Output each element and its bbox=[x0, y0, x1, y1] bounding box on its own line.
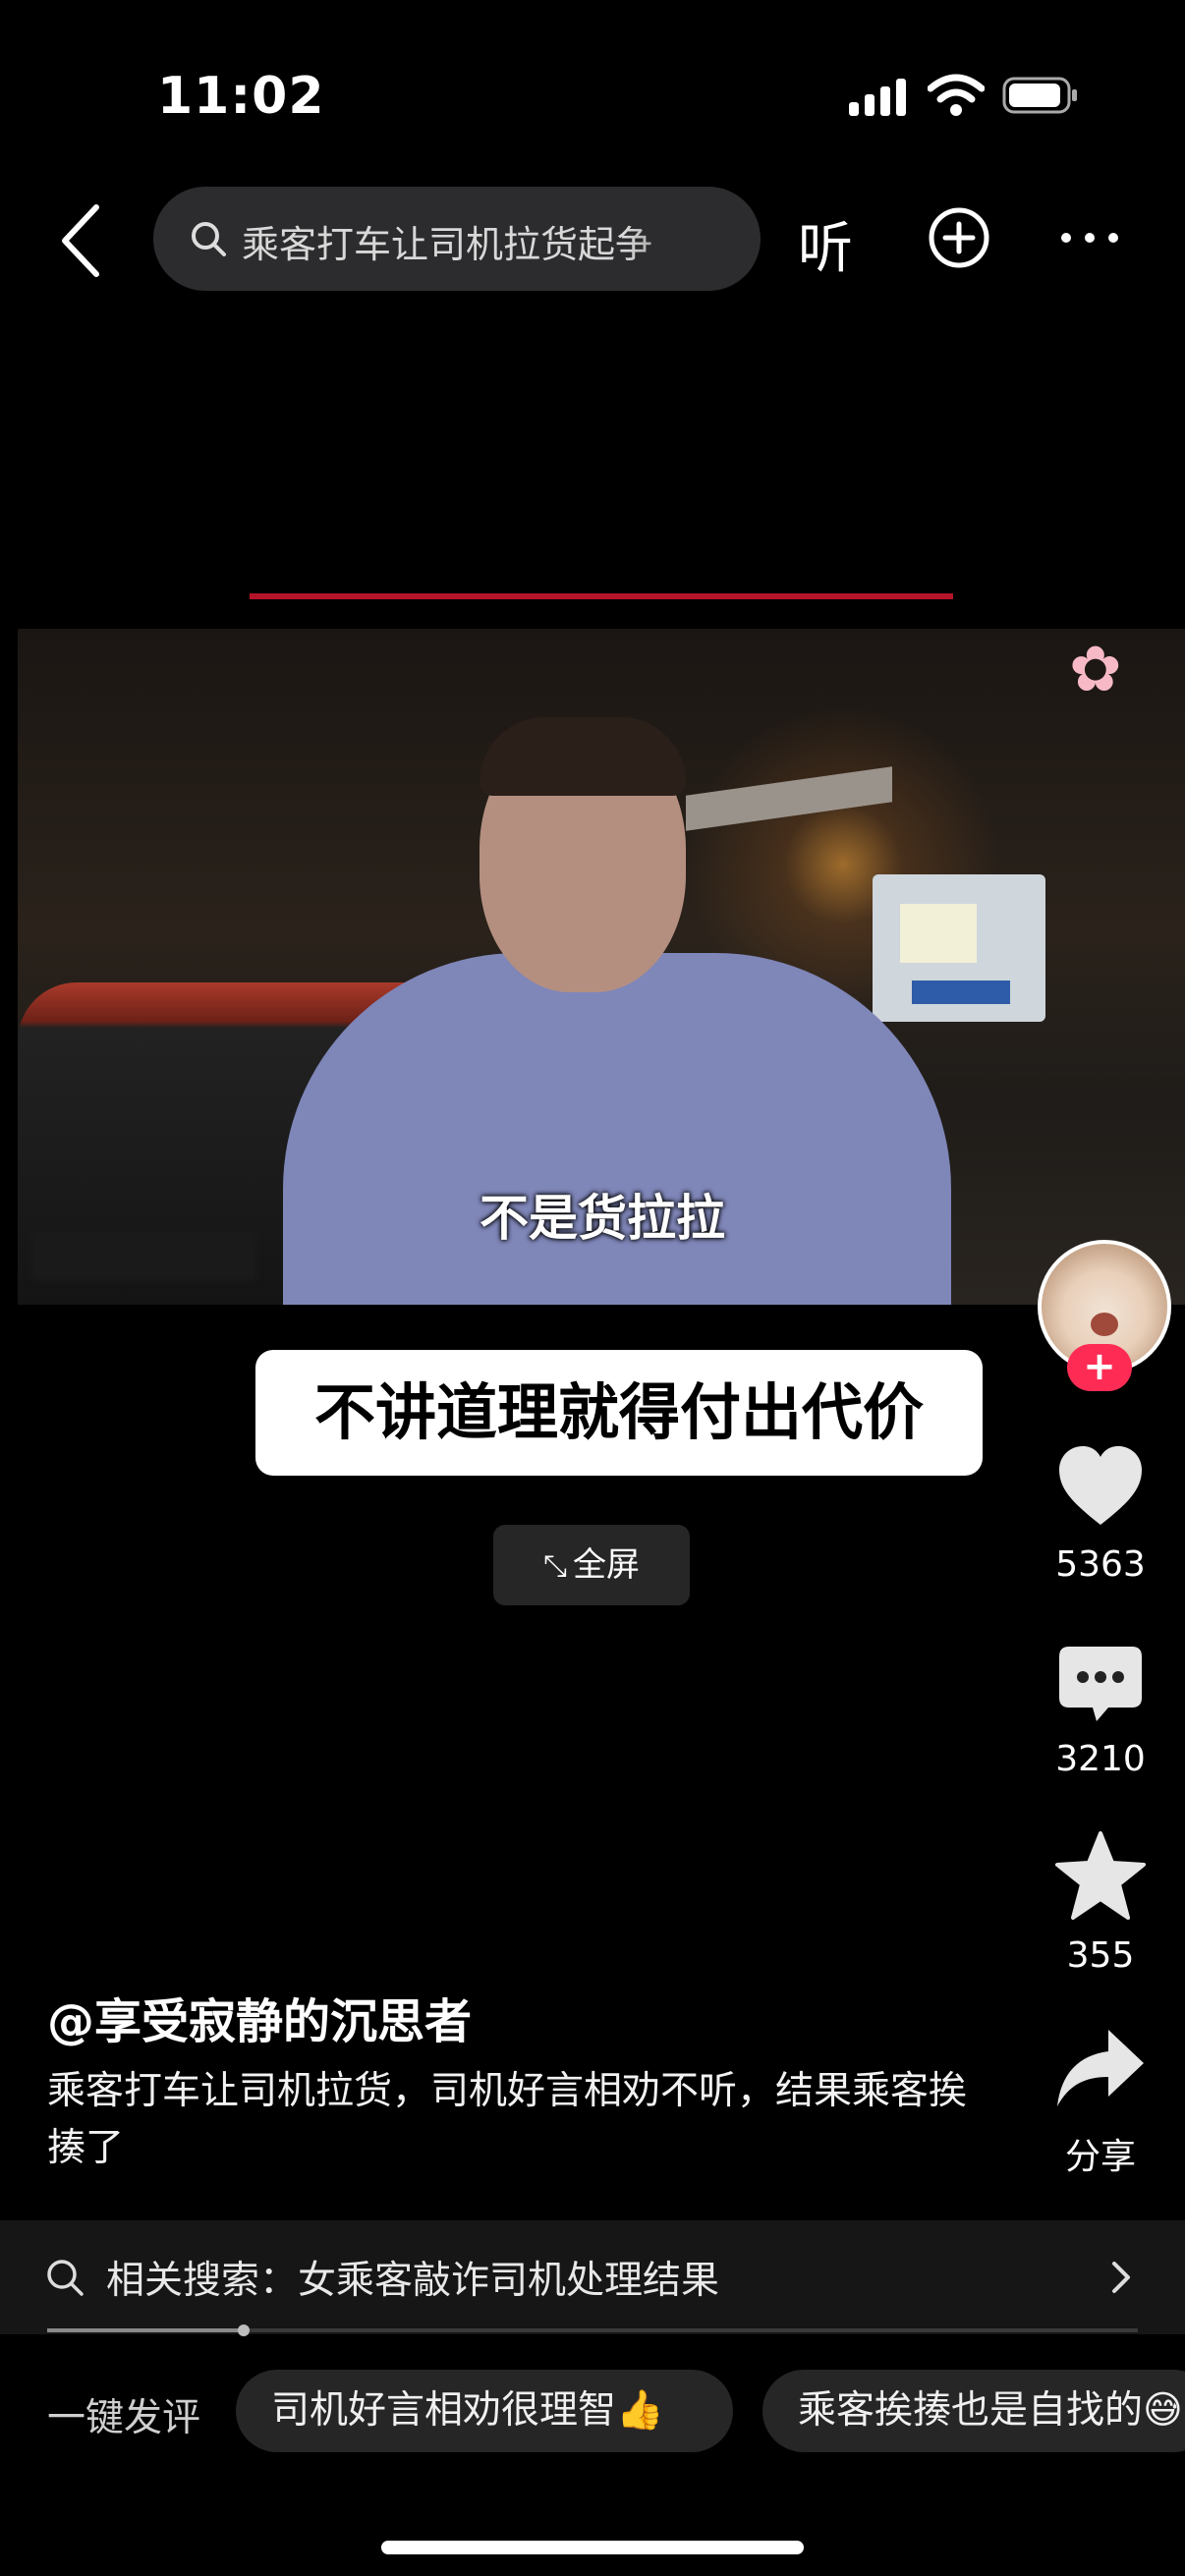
fullscreen-label: 全屏 bbox=[573, 1545, 640, 1585]
add-circle-icon[interactable] bbox=[928, 206, 990, 269]
background-wall bbox=[686, 766, 892, 831]
wifi-icon bbox=[928, 74, 985, 116]
flower-sticker-icon: ✿ bbox=[1069, 634, 1122, 706]
expand-icon: ⤡ bbox=[543, 1549, 567, 1584]
share-label: 分享 bbox=[1064, 2137, 1136, 2177]
blurred-watermark bbox=[31, 1230, 257, 1281]
video-subtitle: 不是货拉拉 bbox=[480, 1190, 725, 1247]
quick-comment-chip[interactable]: 乘客挨揍也是自找的😅 bbox=[762, 2370, 1185, 2452]
person-hair bbox=[480, 717, 686, 796]
cellular-signal-icon bbox=[849, 79, 906, 116]
related-search-text: 相关搜索：女乘客敲诈司机处理结果 bbox=[106, 2259, 720, 2303]
share-arrow-icon[interactable] bbox=[1053, 2022, 1148, 2116]
booth-sign bbox=[912, 980, 1010, 1004]
video-progress-bar[interactable] bbox=[47, 2324, 1138, 2336]
favorite-count: 355 bbox=[1066, 1935, 1135, 1976]
chevron-right-icon bbox=[1112, 2262, 1130, 2293]
person-hoodie bbox=[283, 953, 951, 1305]
author-name[interactable]: @享受寂静的沉思者 bbox=[47, 1983, 472, 2051]
status-time: 11:02 bbox=[157, 67, 325, 126]
search-icon bbox=[192, 222, 226, 256]
guard-booth bbox=[873, 874, 1045, 1022]
video-caption: 不讲道理就得付出代价 bbox=[255, 1350, 983, 1476]
video-progress-fill bbox=[47, 2328, 244, 2332]
video-player[interactable]: 不是货拉拉 bbox=[18, 629, 1185, 1305]
star-icon[interactable] bbox=[1053, 1829, 1148, 1924]
fullscreen-button[interactable]: ⤡ 全屏 bbox=[493, 1525, 690, 1605]
search-icon bbox=[47, 2260, 84, 2296]
video-top-border bbox=[250, 593, 953, 599]
related-search-bar[interactable]: 相关搜索：女乘客敲诈司机处理结果 bbox=[0, 2220, 1185, 2334]
heart-icon[interactable] bbox=[1053, 1440, 1148, 1535]
search-query-text: 乘客打车让司机拉货起争 bbox=[242, 223, 653, 266]
listen-button[interactable]: 听 bbox=[798, 204, 853, 284]
avatar-cat-mouth bbox=[1091, 1313, 1118, 1336]
post-description: 乘客打车让司机拉货，司机好言相劝不听，结果乘客挨揍了 bbox=[47, 2069, 968, 2170]
video-progress-handle[interactable] bbox=[237, 2324, 250, 2336]
follow-button[interactable]: + bbox=[1067, 1344, 1132, 1391]
quick-comment-label: 一键发评 bbox=[47, 2396, 201, 2440]
search-bar[interactable]: 乘客打车让司机拉货起争 bbox=[153, 187, 761, 291]
comment-icon[interactable] bbox=[1053, 1637, 1148, 1731]
back-arrow-icon[interactable] bbox=[55, 201, 104, 280]
quick-comment-chip[interactable]: 司机好言相劝很理智👍 bbox=[236, 2370, 733, 2452]
booth-window bbox=[900, 904, 977, 963]
like-count: 5363 bbox=[1055, 1544, 1146, 1585]
comment-count: 3210 bbox=[1055, 1739, 1146, 1779]
more-options-icon[interactable] bbox=[1059, 226, 1120, 250]
home-indicator bbox=[381, 2541, 804, 2554]
battery-icon bbox=[1002, 77, 1077, 114]
